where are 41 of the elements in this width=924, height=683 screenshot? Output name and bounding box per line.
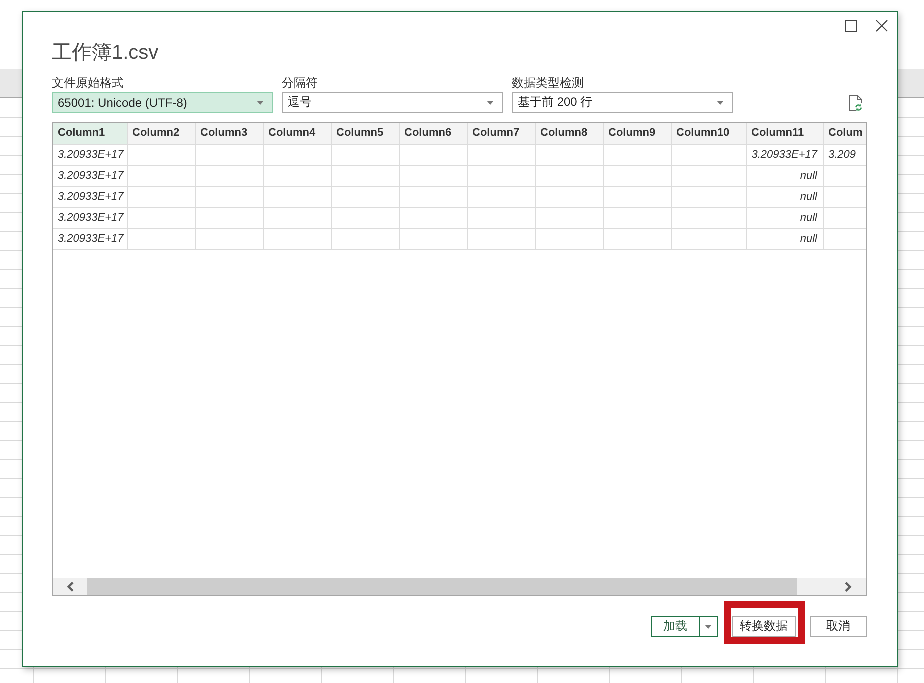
dropdown-field[interactable]: 基于前 200 行 [512,92,733,113]
caret-icon [705,624,712,628]
column-header[interactable]: Column11 [746,123,823,144]
table-cell: null [746,186,823,207]
chevron-right-icon [844,582,852,592]
dropdown-field[interactable]: 65001: Unicode (UTF-8) [52,92,273,113]
table-cell: 3.20933E+17 [53,144,127,165]
dialog-title: 工作簿1.csv [52,41,159,66]
table-cell: 3.20933E+17 [53,165,127,186]
action-button[interactable]: 取消 [810,616,867,637]
table-cell: null [746,228,823,249]
column-header[interactable]: Column9 [603,123,671,144]
table-cell: null [746,207,823,228]
maximize-icon[interactable] [845,20,857,32]
caret-icon [717,100,724,104]
column-header[interactable]: Column3 [195,123,263,144]
chevron-left-icon [66,582,74,592]
close-icon[interactable] [876,20,888,32]
table-cell: 3.20933E+17 [746,144,823,165]
column-header[interactable]: Column2 [127,123,195,144]
file-refresh-icon[interactable] [849,95,862,111]
table-cell: 3.20933E+17 [53,186,127,207]
column-header[interactable]: Column7 [467,123,535,144]
column-header[interactable]: Column1 [53,123,127,144]
table-cell: 3.20933E+17 [53,228,127,249]
field-label: 分隔符 [282,76,318,90]
column-header[interactable]: Column6 [399,123,467,144]
field-label: 文件原始格式 [52,76,124,90]
column-header[interactable]: Column5 [331,123,399,144]
column-header[interactable]: Column8 [535,123,603,144]
column-header[interactable]: Column4 [263,123,331,144]
field-label: 数据类型检测 [512,76,584,90]
caret-icon [487,100,494,104]
table-cell: null [746,165,823,186]
table-cell: 3.209 [823,144,866,165]
column-header[interactable]: Column10 [671,123,746,144]
column-header[interactable]: Colum [823,123,866,144]
caret-icon [257,100,264,104]
action-button[interactable]: 转换数据 [732,616,796,637]
table-cell: 3.20933E+17 [53,207,127,228]
dropdown-field[interactable]: 逗号 [282,92,503,113]
